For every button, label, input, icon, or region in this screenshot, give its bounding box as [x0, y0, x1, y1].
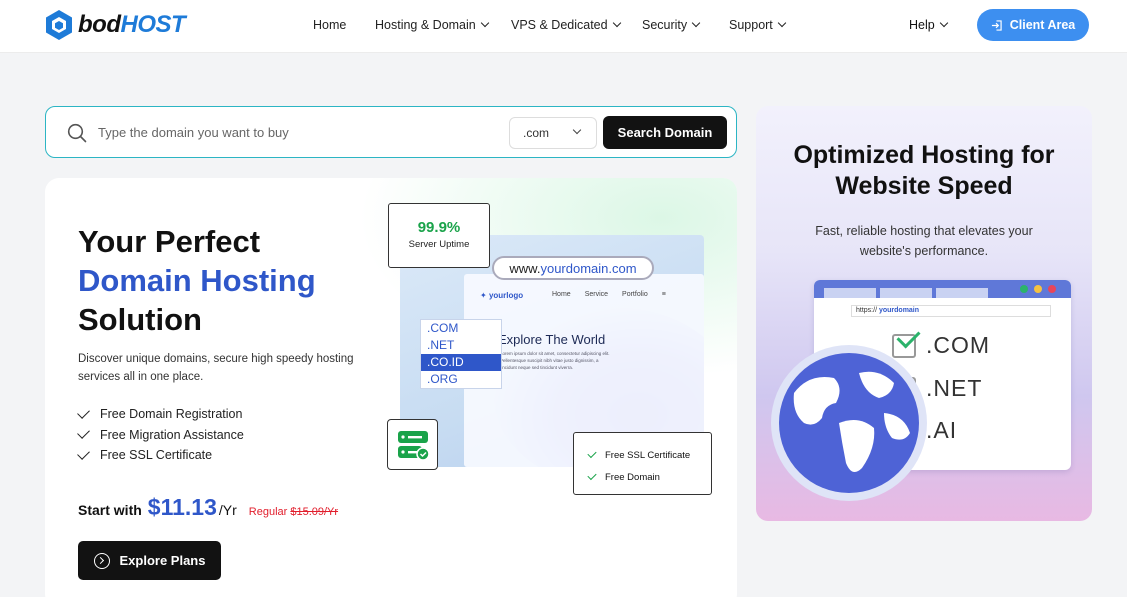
feature-item: Free Migration Assistance	[77, 425, 244, 446]
arrow-circle-icon	[93, 552, 110, 569]
chevron-down-icon	[572, 125, 582, 135]
site-header: bodHOST Home Hosting & Domain VPS & Dedi…	[0, 0, 1127, 53]
nav-item-home[interactable]: Home	[313, 18, 375, 32]
login-icon	[991, 19, 1002, 31]
tld-dropdown[interactable]: .com	[509, 117, 597, 149]
explore-plans-button[interactable]: Explore Plans	[78, 541, 221, 580]
promo-subtitle: Fast, reliable hosting that elevates you…	[815, 224, 1033, 258]
url-pill: www. yourdomain .com	[492, 256, 654, 280]
uptime-card: 99.9% Server Uptime	[388, 203, 490, 268]
hero-title: Your Perfect Domain Hosting Solution	[78, 224, 316, 337]
client-area-button[interactable]: Client Area	[977, 9, 1089, 41]
promo-card: Optimized Hosting for Website Speed Fast…	[756, 106, 1092, 521]
price-row: Start with $11.13 /Yr Regular $15.09/Yr	[78, 494, 339, 520]
hero-card: Your Perfect Domain Hosting Solution Dis…	[45, 178, 737, 597]
domain-search-input[interactable]	[98, 119, 498, 145]
check-icon	[77, 446, 90, 460]
menu-icon: ≡	[661, 291, 666, 298]
main-nav: Home Hosting & Domain VPS & Dedicated Se…	[313, 18, 787, 32]
mini-nav: Home Service Portfolio ≡	[552, 291, 666, 298]
nav-item-security[interactable]: Security	[642, 18, 729, 32]
feature-list: Free Domain Registration Free Migration …	[77, 404, 244, 466]
check-icon	[77, 426, 90, 440]
search-icon	[67, 123, 87, 143]
check-icon	[77, 405, 90, 419]
feature-item: Free SSL Certificate	[77, 445, 244, 466]
search-domain-button[interactable]: Search Domain	[603, 116, 727, 149]
globe-icon	[771, 345, 927, 501]
tld-option-list: .COM .NET .CO.ID .ORG	[420, 319, 502, 389]
nav-item-vps-dedicated[interactable]: VPS & Dedicated	[511, 18, 642, 32]
help-menu[interactable]: Help	[909, 18, 948, 32]
hero-description: Discover unique domains, secure high spe…	[78, 353, 354, 383]
server-cloud-icon	[397, 430, 430, 461]
chevron-down-icon	[777, 18, 787, 28]
promo-title: Optimized Hosting for Website Speed	[793, 141, 1055, 200]
logo-wordmark: bodHOST	[78, 11, 186, 38]
mini-logo: ✦ yourlogo	[480, 291, 524, 300]
address-bar: https:// yourdomain	[851, 305, 1051, 317]
price-value: $11.13	[147, 494, 217, 520]
chevron-down-icon	[612, 18, 621, 28]
bodhost-logo[interactable]: bodHOST	[44, 9, 186, 41]
server-badge	[387, 419, 438, 470]
ssl-card: Free SSL Certificate Free Domain	[573, 432, 712, 495]
regular-price: Regular $15.09/Yr	[248, 506, 339, 518]
nav-item-support[interactable]: Support	[729, 18, 787, 32]
feature-item: Free Domain Registration	[77, 404, 244, 425]
chevron-down-icon	[939, 18, 948, 28]
check-icon	[587, 470, 597, 481]
cube-logo-icon	[46, 10, 72, 40]
nav-item-hosting-domain[interactable]: Hosting & Domain	[375, 18, 511, 32]
chevron-down-icon	[691, 18, 701, 28]
chevron-down-icon	[480, 18, 489, 28]
check-icon	[587, 448, 597, 459]
domain-search-bar: .com Search Domain	[45, 106, 737, 158]
